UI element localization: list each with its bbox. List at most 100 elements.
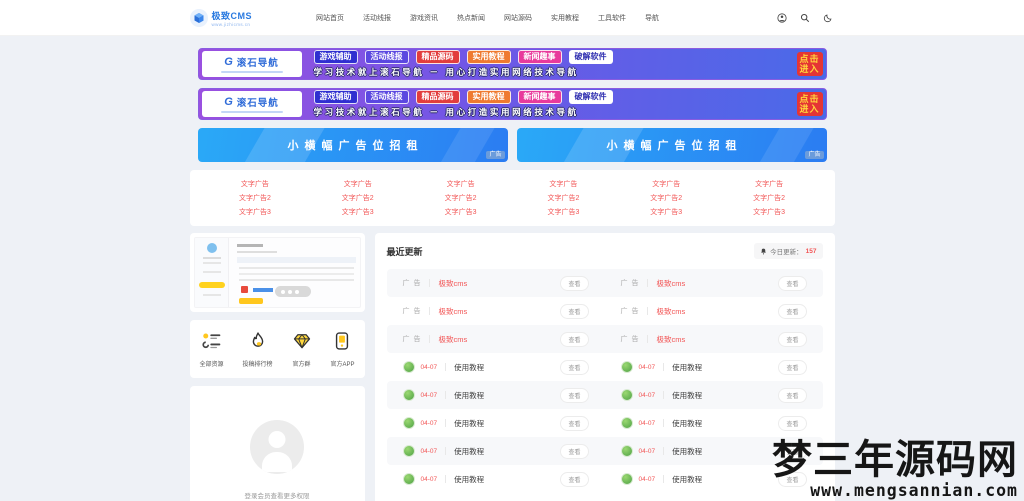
text-ad-link[interactable]: 文字广告3 bbox=[753, 207, 785, 217]
shortcut-submit-ranking[interactable]: 投稿排行榜 bbox=[243, 331, 273, 368]
post-title-link[interactable]: 使用教程 bbox=[672, 474, 702, 485]
login-hint: 登录会员查看更多权限 bbox=[244, 493, 310, 500]
view-button[interactable]: 查看 bbox=[560, 275, 589, 291]
nav-item[interactable]: 网站首页 bbox=[316, 13, 344, 23]
divider bbox=[647, 335, 649, 343]
view-button[interactable]: 查看 bbox=[778, 331, 807, 347]
view-button[interactable]: 查看 bbox=[778, 359, 807, 375]
text-ad-link[interactable]: 文字广告2 bbox=[753, 193, 785, 203]
post-title-link[interactable]: 使用教程 bbox=[454, 362, 484, 373]
ad-list-item: 广 告 极致cms 查看 bbox=[605, 269, 823, 297]
text-ad-link[interactable]: 文字广告3 bbox=[650, 207, 682, 217]
view-button[interactable]: 查看 bbox=[560, 443, 589, 459]
view-button[interactable]: 查看 bbox=[778, 387, 807, 403]
ad-title-link[interactable]: 极致cms bbox=[656, 334, 685, 345]
text-ad-link[interactable]: 文字广告 bbox=[549, 179, 577, 189]
promo-brand-logo: G 滚石导航 bbox=[201, 51, 302, 77]
post-avatar bbox=[402, 473, 415, 485]
text-ad-link[interactable]: 文字广告3 bbox=[239, 207, 271, 217]
text-ad-link[interactable]: 文字广告3 bbox=[342, 207, 374, 217]
text-ad-link[interactable]: 文字广告3 bbox=[547, 207, 579, 217]
brand-tagline-bar bbox=[220, 71, 283, 73]
post-title-link[interactable]: 使用教程 bbox=[672, 446, 702, 457]
text-ad-link[interactable]: 文字广告2 bbox=[342, 193, 374, 203]
search-icon[interactable] bbox=[800, 13, 810, 23]
promo-cta-button[interactable]: 点击 进入 bbox=[796, 92, 823, 116]
view-button[interactable]: 查看 bbox=[560, 359, 589, 375]
post-date: 04-07 bbox=[638, 363, 656, 371]
post-avatar bbox=[620, 445, 633, 457]
view-button[interactable]: 查看 bbox=[778, 303, 807, 319]
post-title-link[interactable]: 使用教程 bbox=[454, 446, 484, 457]
view-button[interactable]: 查看 bbox=[560, 415, 589, 431]
user-icon[interactable] bbox=[776, 12, 787, 23]
view-button[interactable]: 查看 bbox=[778, 471, 807, 487]
brand-g-icon: G bbox=[224, 55, 234, 68]
nav-item[interactable]: 实用教程 bbox=[551, 13, 579, 23]
small-ad-banner[interactable]: 小横幅广告位招租 广告 bbox=[197, 128, 508, 162]
promo-banner[interactable]: G 滚石导航 游戏辅助 活动线报 精品源码 实用教程 新闻趣事 破解软件 学习技术就上滚石导航 … bbox=[197, 88, 827, 120]
small-ad-banner[interactable]: 小横幅广告位招租 广告 bbox=[516, 128, 827, 162]
ad-tag: 广 告 bbox=[620, 280, 640, 287]
ad-title-link[interactable]: 极致cms bbox=[438, 334, 467, 345]
view-button[interactable]: 查看 bbox=[560, 331, 589, 347]
nav-item[interactable]: 活动线报 bbox=[363, 13, 391, 23]
text-ad-link[interactable]: 文字广告 bbox=[652, 179, 680, 189]
post-avatar bbox=[620, 473, 633, 485]
promo-cta-button[interactable]: 点击 进入 bbox=[796, 52, 823, 76]
promo-banner[interactable]: G 滚石导航 游戏辅助 活动线报 精品源码 实用教程 新闻趣事 破解软件 学习技术就上滚石导航 … bbox=[197, 48, 827, 80]
divider bbox=[663, 447, 665, 455]
text-ad-link[interactable]: 文字广告 bbox=[241, 179, 269, 189]
shortcut-official-group[interactable]: 官方群 bbox=[292, 331, 312, 368]
logo-cube-icon bbox=[189, 8, 208, 27]
post-title-link[interactable]: 使用教程 bbox=[454, 390, 484, 401]
avatar-placeholder-icon bbox=[250, 420, 304, 474]
ad-title-link[interactable]: 极致cms bbox=[438, 278, 467, 289]
view-button[interactable]: 查看 bbox=[560, 303, 589, 319]
ad-list-item: 广 告 极致cms 查看 bbox=[387, 297, 605, 325]
view-button[interactable]: 查看 bbox=[778, 275, 807, 291]
post-title-link[interactable]: 使用教程 bbox=[454, 474, 484, 485]
ad-list-item: 广 告 极致cms 查看 bbox=[605, 297, 823, 325]
view-button[interactable]: 查看 bbox=[778, 415, 807, 431]
text-ad-link[interactable]: 文字广告2 bbox=[650, 193, 682, 203]
nav-item[interactable]: 网站源码 bbox=[504, 13, 532, 23]
text-ad-link[interactable]: 文字广告2 bbox=[547, 193, 579, 203]
promo-tag: 实用教程 bbox=[466, 50, 511, 64]
ad-tag: 广 告 bbox=[620, 308, 640, 315]
divider bbox=[445, 363, 447, 371]
login-card: 登录会员查看更多权限 bbox=[189, 386, 365, 501]
nav-item[interactable]: 热点新闻 bbox=[457, 13, 485, 23]
post-list-item: 04-07 使用教程 查看 bbox=[605, 465, 823, 493]
nav-item[interactable]: 导航 bbox=[645, 13, 659, 23]
dark-mode-moon-icon[interactable] bbox=[823, 13, 833, 23]
post-title-link[interactable]: 使用教程 bbox=[672, 390, 702, 401]
post-title-link[interactable]: 使用教程 bbox=[454, 418, 484, 429]
view-button[interactable]: 查看 bbox=[560, 387, 589, 403]
post-date: 04-07 bbox=[420, 363, 438, 371]
view-button[interactable]: 查看 bbox=[560, 471, 589, 487]
ranking-flame-icon bbox=[248, 331, 268, 356]
ad-title-link[interactable]: 极致cms bbox=[656, 306, 685, 317]
ad-title-link[interactable]: 极致cms bbox=[438, 306, 467, 317]
site-logo[interactable]: 极致CMS www.jizhicms.cn bbox=[189, 8, 253, 27]
text-ad-link[interactable]: 文字广告 bbox=[755, 179, 783, 189]
post-title-link[interactable]: 使用教程 bbox=[672, 418, 702, 429]
text-ad-link[interactable]: 文字广告 bbox=[447, 179, 475, 189]
view-button[interactable]: 查看 bbox=[778, 443, 807, 459]
post-list-item: 04-07 使用教程 查看 bbox=[605, 437, 823, 465]
table-row: 广 告 极致cms 查看 广 告 极致cms 查看 bbox=[386, 325, 823, 353]
nav-item[interactable]: 工具软件 bbox=[598, 13, 626, 23]
text-ad-column: 文字广告文字广告2 文字广告3 bbox=[204, 179, 307, 217]
text-ad-link[interactable]: 文字广告3 bbox=[445, 207, 477, 217]
nav-item[interactable]: 游戏资讯 bbox=[410, 13, 438, 23]
text-ad-link[interactable]: 文字广告2 bbox=[445, 193, 477, 203]
text-ad-link[interactable]: 文字广告 bbox=[344, 179, 372, 189]
promo-brand-name: 滚石导航 bbox=[236, 98, 279, 109]
shortcut-official-app[interactable]: 官方APP bbox=[330, 331, 355, 368]
post-title-link[interactable]: 使用教程 bbox=[672, 362, 702, 373]
resource-thumbnail-card[interactable] bbox=[189, 233, 365, 312]
text-ad-link[interactable]: 文字广告2 bbox=[239, 193, 271, 203]
shortcut-all-resources[interactable]: 全部资源 bbox=[200, 331, 224, 368]
ad-title-link[interactable]: 极致cms bbox=[656, 278, 685, 289]
